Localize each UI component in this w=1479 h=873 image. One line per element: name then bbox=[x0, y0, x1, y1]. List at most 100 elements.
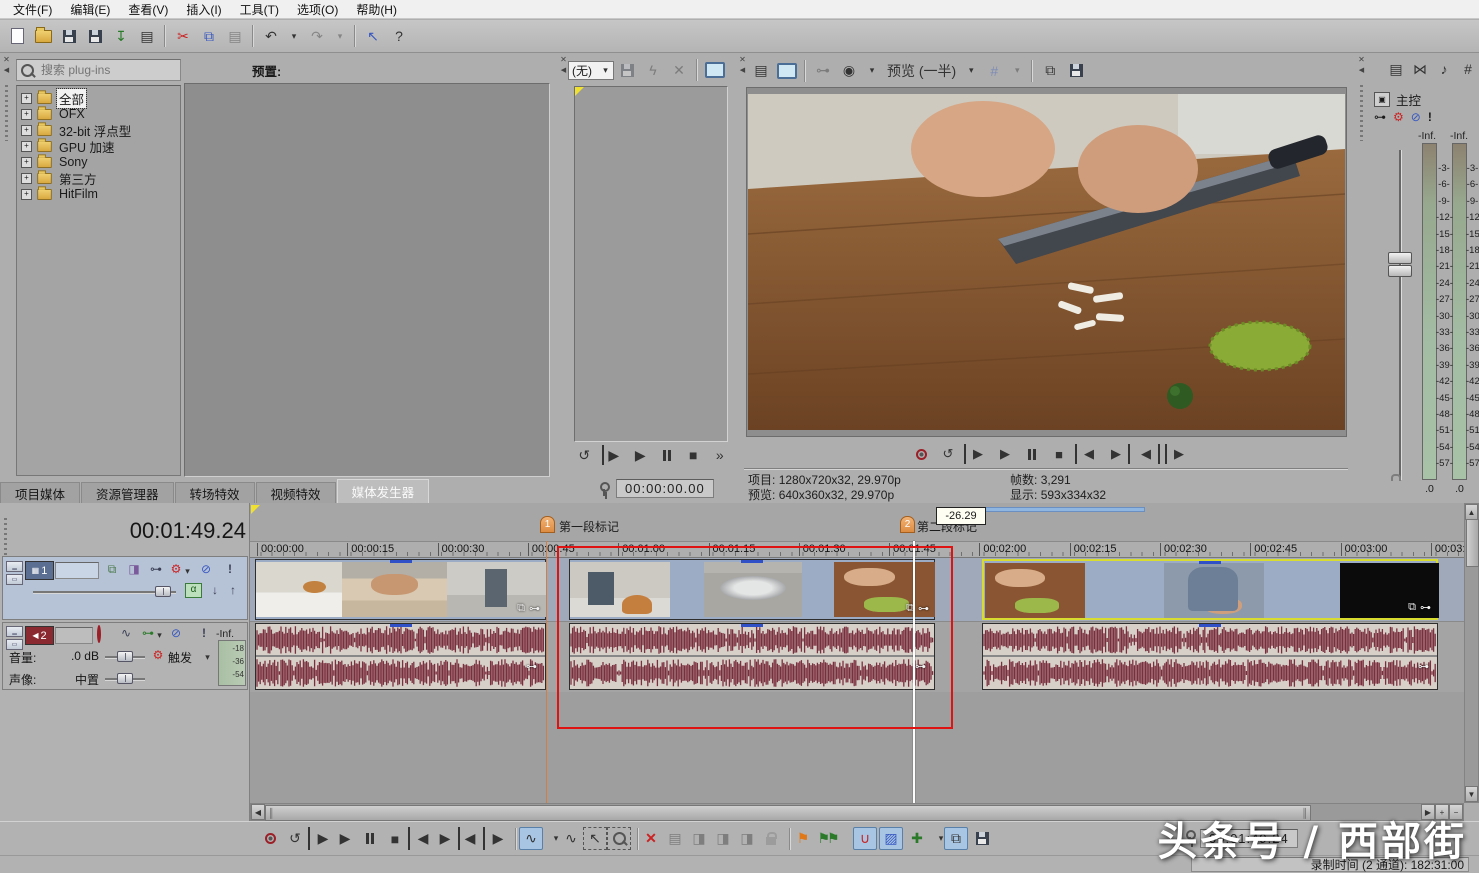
track-motion-button[interactable]: ◨ bbox=[125, 562, 143, 576]
plugin-tree-label[interactable]: 第三方 bbox=[57, 169, 99, 188]
split-trim-right-button[interactable]: ◨ bbox=[735, 827, 759, 850]
search-input[interactable] bbox=[39, 62, 163, 78]
pause-button[interactable] bbox=[358, 827, 382, 850]
scrollbar-thumb[interactable] bbox=[1466, 519, 1479, 567]
undo-button[interactable]: ↶ bbox=[259, 24, 283, 48]
timeline-timecode-display[interactable]: 00:01:49.24 bbox=[108, 518, 246, 544]
menu-item[interactable]: 编辑(E) bbox=[61, 1, 119, 18]
master-fader-handle[interactable] bbox=[1388, 265, 1412, 277]
menu-item[interactable]: 文件(F) bbox=[4, 1, 61, 18]
render-as-button[interactable] bbox=[83, 24, 107, 48]
close-icon[interactable]: ✕ bbox=[1358, 55, 1365, 66]
master-fader-handle[interactable] bbox=[1388, 252, 1412, 264]
auto-ripple-button[interactable]: ▨ bbox=[879, 827, 903, 850]
vertical-scrollbar[interactable]: ▲ ▼ bbox=[1464, 503, 1479, 803]
go-to-end-button[interactable]: ▶ bbox=[1105, 444, 1130, 464]
plugin-tree-item[interactable]: + GPU 加速 bbox=[17, 138, 180, 154]
record-into-track-button[interactable] bbox=[970, 827, 994, 850]
level-slider-handle[interactable] bbox=[155, 586, 171, 597]
restore-track-button[interactable]: ▭ bbox=[6, 574, 23, 585]
audio-track-header[interactable]: ▁ ▭ ◀2 ∿ ⊶ ▾ ⊘ ! -Inf. 音量: .0 dB ⚙ 触发 ▾ … bbox=[2, 622, 248, 690]
video-track-name-field[interactable] bbox=[55, 562, 99, 579]
plugin-tree-label[interactable]: GPU 加速 bbox=[57, 137, 117, 156]
enable-snapping-button[interactable]: ∪ bbox=[853, 827, 877, 850]
expand-icon[interactable]: + bbox=[21, 173, 32, 184]
plugin-tree[interactable]: + 全部 + OFX + 32-bit 浮点型 + GPU 加速 + Sony … bbox=[16, 85, 181, 476]
undo-dropdown[interactable]: ▾ bbox=[285, 24, 303, 48]
dock-tab[interactable]: 资源管理器 bbox=[81, 482, 174, 503]
zoom-edit-tool-button[interactable] bbox=[607, 827, 631, 850]
plugin-search-box[interactable] bbox=[16, 59, 181, 81]
video-output-fx-button[interactable]: ⊶ bbox=[811, 59, 835, 83]
animate-button[interactable]: ϟ bbox=[641, 58, 665, 82]
chevron-down-icon[interactable]: ▾ bbox=[183, 566, 192, 577]
chevron-down-icon[interactable]: ▾ bbox=[203, 652, 212, 663]
marker-flag-1[interactable]: 1 bbox=[540, 516, 555, 533]
pan-crop-icon[interactable]: ⧉ bbox=[517, 602, 525, 615]
loop-region-bar[interactable] bbox=[983, 507, 1145, 512]
solo-button[interactable]: ! bbox=[221, 562, 239, 576]
video-track-number[interactable]: ▦1 bbox=[25, 561, 54, 580]
audio-event[interactable]: ⊶ bbox=[982, 623, 1438, 690]
normal-edit-tool-button[interactable]: ∿ bbox=[519, 827, 543, 850]
scrollbar-thumb[interactable] bbox=[265, 805, 1311, 821]
volume-slider[interactable] bbox=[105, 656, 145, 659]
timeline-grip[interactable] bbox=[4, 518, 7, 558]
menu-item[interactable]: 查看(V) bbox=[119, 1, 177, 18]
plugin-panel-grip[interactable]: ✕ ◀ bbox=[0, 55, 13, 475]
event-fx-icon[interactable]: ⊶ bbox=[526, 660, 537, 673]
import-media-button[interactable]: ↧ bbox=[109, 24, 133, 48]
next-frame-button[interactable]: ▶ bbox=[483, 827, 510, 850]
audio-track-number[interactable]: ◀2 bbox=[25, 626, 54, 645]
solo-button[interactable]: ! bbox=[1428, 110, 1432, 124]
go-to-start-button[interactable]: ◀ bbox=[408, 827, 435, 850]
expand-icon[interactable]: + bbox=[21, 189, 32, 200]
automation-settings-button[interactable]: ⚙ bbox=[1393, 110, 1404, 124]
play-from-start-button[interactable]: ▶ bbox=[964, 444, 989, 464]
plugin-tree-item[interactable]: + 第三方 bbox=[17, 170, 180, 186]
close-icon[interactable]: ✕ bbox=[3, 55, 10, 66]
bypass-motion-blur-button[interactable]: ⧉ bbox=[103, 562, 121, 577]
menu-item[interactable]: 帮助(H) bbox=[347, 1, 406, 18]
delete-preset-button[interactable]: ✕ bbox=[667, 58, 691, 82]
pan-slider-handle[interactable] bbox=[117, 673, 133, 684]
mixer-panel-grip[interactable]: ✕ ◀ bbox=[1356, 55, 1367, 475]
mute-button[interactable]: ⊘ bbox=[167, 626, 185, 640]
split-screen-dropdown[interactable]: ▾ bbox=[863, 59, 881, 83]
mute-button[interactable]: ⊘ bbox=[197, 562, 215, 576]
expand-icon[interactable]: + bbox=[21, 93, 32, 104]
play-from-start-button[interactable]: ▶ bbox=[602, 445, 624, 465]
automation-device-button[interactable]: ⚙ bbox=[149, 648, 167, 662]
plugin-tree-item[interactable]: + HitFilm bbox=[17, 186, 180, 202]
redo-button[interactable]: ↷ bbox=[305, 24, 329, 48]
play-button[interactable]: ▶ bbox=[631, 445, 650, 465]
cut-button[interactable]: ✂ bbox=[171, 24, 195, 48]
ignore-event-grouping-button[interactable]: ⧉ bbox=[944, 827, 968, 850]
go-to-start-button[interactable]: ◀ bbox=[1075, 444, 1100, 464]
generator-keyframe-area[interactable] bbox=[574, 86, 728, 442]
insert-event-button[interactable]: ✚ bbox=[905, 827, 929, 850]
preview-quality-dropdown[interactable]: 预览 (一半) bbox=[883, 59, 960, 83]
project-properties-button[interactable]: ▤ bbox=[135, 24, 159, 48]
play-from-start-button[interactable]: ▶ bbox=[308, 827, 335, 850]
expand-icon[interactable]: + bbox=[21, 109, 32, 120]
downmix-output-button[interactable]: ⋈ bbox=[1411, 57, 1429, 81]
make-compositing-parent-button[interactable]: ↑ bbox=[224, 583, 242, 597]
previous-frame-button[interactable]: ◀ bbox=[1135, 444, 1160, 464]
track-fx-button[interactable]: ⊶ bbox=[147, 562, 165, 576]
quality-chevron[interactable]: ▾ bbox=[962, 59, 980, 83]
next-frame-button[interactable]: ▶ bbox=[1165, 444, 1190, 464]
event-fx-icon[interactable]: ⊶ bbox=[529, 602, 540, 615]
plugin-tree-label[interactable]: OFX bbox=[57, 107, 87, 121]
video-event[interactable]: ⧉⊶ bbox=[982, 559, 1438, 620]
save-button[interactable] bbox=[57, 24, 81, 48]
dock-tab[interactable]: 转场特效 bbox=[175, 482, 255, 503]
volume-slider-handle[interactable] bbox=[117, 651, 133, 662]
selection-edit-tool-button[interactable]: ↖ bbox=[583, 827, 607, 850]
pause-button[interactable] bbox=[658, 445, 677, 465]
split-screen-view-button[interactable]: ◉ bbox=[837, 59, 861, 83]
solo-button[interactable]: ! bbox=[195, 626, 213, 640]
minimize-track-button[interactable]: ▁ bbox=[6, 561, 23, 572]
envelope-edit-tool-button[interactable]: ∿ bbox=[559, 827, 583, 850]
invert-phase-button[interactable]: ∿ bbox=[117, 626, 135, 640]
